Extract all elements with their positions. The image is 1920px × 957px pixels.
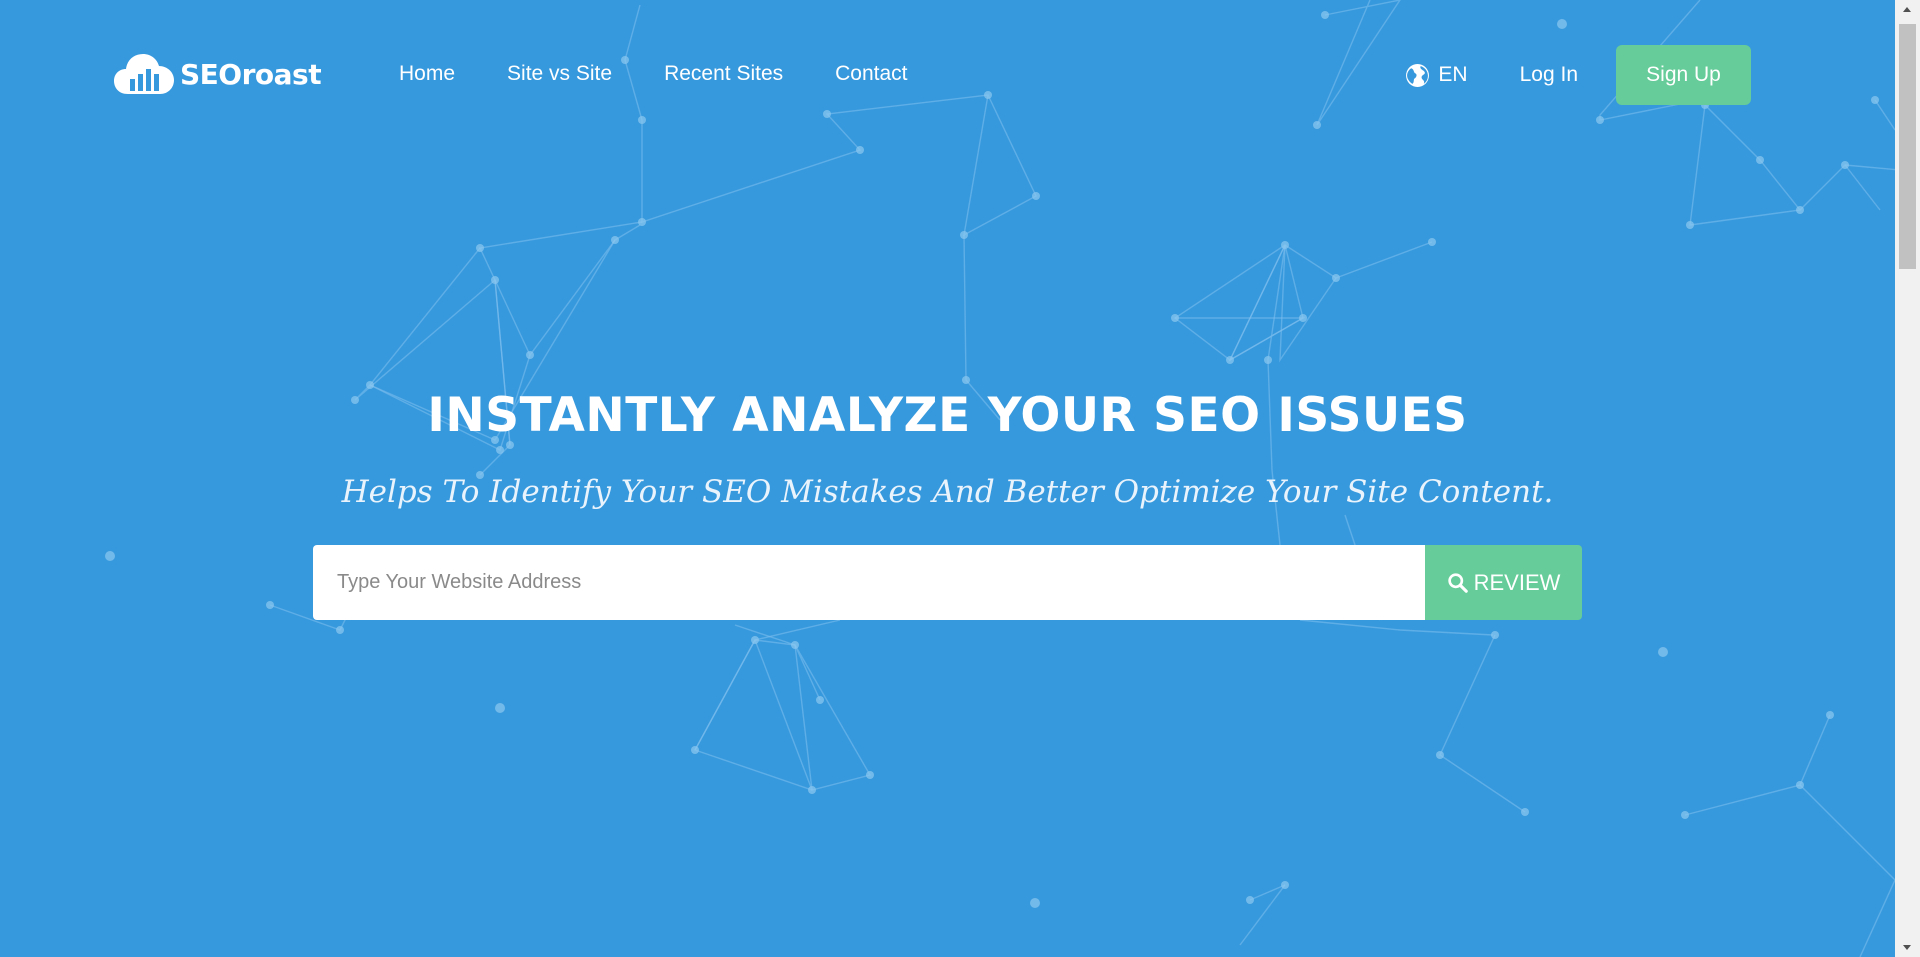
header-actions: EN Log In Sign Up <box>1405 45 1751 105</box>
site-header: SEOroast Home Site vs Site Recent Sites … <box>0 0 1895 160</box>
signup-button[interactable]: Sign Up <box>1616 45 1751 105</box>
scroll-down-arrow-icon[interactable] <box>1903 945 1911 950</box>
login-link[interactable]: Log In <box>1520 63 1578 87</box>
website-address-input[interactable] <box>313 545 1425 620</box>
website-review-form: REVIEW <box>313 545 1582 620</box>
page-scrollbar[interactable] <box>1895 0 1920 957</box>
nav-item-home[interactable]: Home <box>399 62 455 86</box>
logo[interactable]: SEOroast <box>114 52 322 96</box>
scrollbar-thumb[interactable] <box>1899 24 1916 269</box>
brand-name: SEOroast <box>180 57 322 91</box>
scroll-up-arrow-icon[interactable] <box>1903 7 1911 12</box>
hero-subtitle: Helps To Identify Your SEO Mistakes And … <box>341 474 1554 510</box>
nav-item-recent-sites[interactable]: Recent Sites <box>664 62 783 86</box>
review-button[interactable]: REVIEW <box>1425 545 1582 620</box>
globe-icon <box>1406 63 1430 87</box>
review-button-label: REVIEW <box>1473 569 1561 595</box>
language-label: EN <box>1438 63 1468 86</box>
nav-item-contact[interactable]: Contact <box>835 62 907 86</box>
hero-title: INSTANTLY ANALYZE YOUR SEO ISSUES <box>427 388 1468 443</box>
cloud-chart-logo-icon <box>114 54 174 94</box>
search-icon <box>1447 573 1468 593</box>
main-nav: Home Site vs Site Recent Sites Contact <box>399 62 960 86</box>
nav-item-site-vs-site[interactable]: Site vs Site <box>507 62 612 86</box>
language-selector[interactable]: EN <box>1405 63 1468 88</box>
